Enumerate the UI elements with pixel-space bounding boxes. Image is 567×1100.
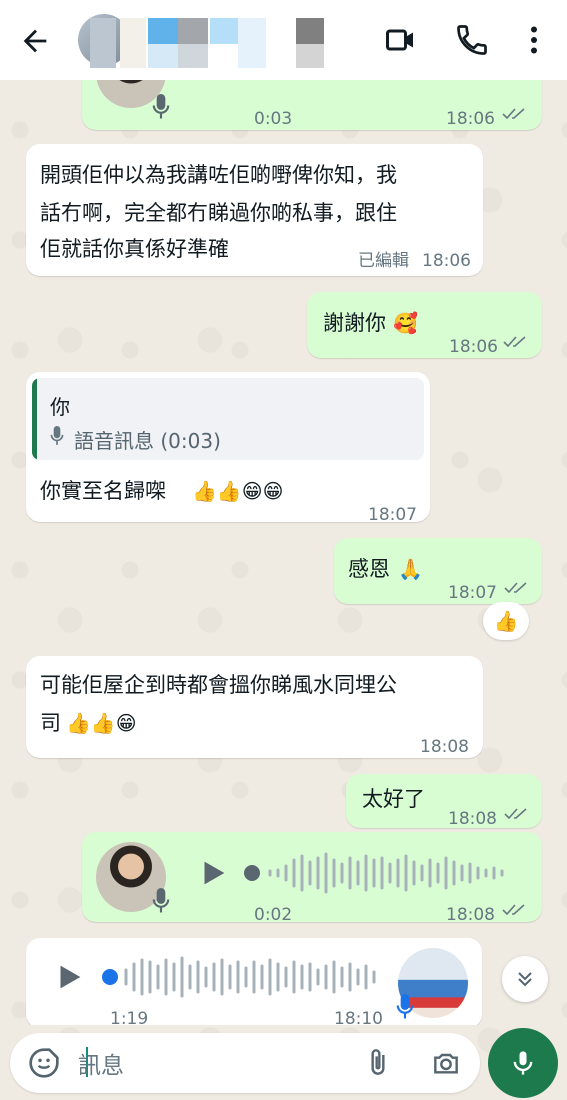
message-line: 話冇啊，完全都冇睇過你啲私事，跟住 bbox=[40, 201, 397, 225]
message-time: 18:08 bbox=[420, 737, 469, 757]
back-arrow-icon[interactable] bbox=[18, 24, 52, 58]
more-vert-icon[interactable] bbox=[516, 22, 552, 58]
read-ticks-icon bbox=[504, 808, 527, 820]
message-text: 感恩 bbox=[348, 557, 390, 581]
message-time: 18:06 bbox=[449, 337, 498, 357]
message-time: 18:10 bbox=[334, 1009, 383, 1025]
folded-hands-emoji: 🙏 bbox=[398, 557, 423, 581]
double-chevron-down-icon bbox=[518, 972, 532, 987]
voice-message[interactable]: 0:03 18:06 bbox=[82, 80, 542, 130]
name-censor-block[interactable] bbox=[90, 18, 350, 68]
voice-duration: 0:03 bbox=[254, 109, 293, 129]
attach-icon[interactable] bbox=[362, 1047, 394, 1079]
mic-icon bbox=[513, 1051, 533, 1075]
smiling-hearts-emoji: 🥰 bbox=[393, 311, 418, 335]
voice-duration: 1:19 bbox=[110, 1009, 149, 1025]
message-list[interactable]: 0:03 18:06 開頭佢仲以為我講咗佢啲嘢俾你知，我 話冇啊，完全都冇睇過你… bbox=[0, 80, 567, 1025]
edited-label: 已編輯 bbox=[358, 251, 409, 271]
message-time: 18:06 bbox=[446, 109, 495, 129]
play-icon[interactable] bbox=[196, 856, 230, 890]
incoming-message[interactable]: 開頭佢仲以為我講咗佢啲嘢俾你知，我 話冇啊，完全都冇睇過你啲私事，跟住 佢就話你… bbox=[26, 144, 483, 276]
waveform[interactable] bbox=[242, 848, 522, 898]
mic-icon bbox=[50, 426, 64, 445]
quote-text: 語音訊息 (0:03) bbox=[74, 429, 221, 453]
quote-author: 你 bbox=[50, 395, 70, 419]
incoming-message[interactable]: 可能佢屋企到時都會搵你睇風水同埋公 司 👍👍😁 18:08 bbox=[26, 656, 483, 758]
message-line: 佢就話你真係好準確 bbox=[40, 237, 229, 261]
voice-message[interactable]: 1:19 18:10 bbox=[26, 938, 482, 1025]
quoted-message[interactable]: 你 語音訊息 (0:03) bbox=[32, 378, 424, 460]
reaction-badge[interactable]: 👍 bbox=[483, 602, 529, 640]
video-call-icon[interactable] bbox=[383, 22, 419, 58]
read-ticks-icon bbox=[502, 904, 525, 916]
message-text: 你實至名歸㗎 bbox=[40, 479, 166, 503]
phone-icon[interactable] bbox=[454, 22, 490, 58]
sticker-smiley-icon[interactable] bbox=[28, 1047, 60, 1079]
thumbs-grin-emoji: 👍👍😁😁 bbox=[192, 479, 284, 503]
read-ticks-icon bbox=[502, 108, 525, 120]
incoming-reply-message[interactable]: 你 語音訊息 (0:03) 你實至名歸㗎 👍👍😁😁 18:07 bbox=[26, 372, 430, 525]
message-text: 太好了 bbox=[362, 787, 425, 811]
message-line: 可能佢屋企到時都會搵你睇風水同埋公 bbox=[40, 673, 397, 697]
read-ticks-icon bbox=[503, 336, 526, 348]
mic-icon bbox=[396, 994, 414, 1019]
play-icon[interactable] bbox=[52, 960, 86, 994]
mic-icon bbox=[152, 94, 170, 119]
voice-duration: 0:02 bbox=[254, 905, 293, 925]
message-time: 18:08 bbox=[446, 905, 495, 925]
message-time: 18:07 bbox=[368, 505, 417, 525]
message-line: 司 bbox=[40, 711, 61, 735]
voice-message[interactable]: 0:02 18:08 bbox=[82, 832, 542, 925]
quote-accent-bar bbox=[32, 378, 37, 460]
message-composer[interactable]: 訊息 bbox=[10, 1033, 480, 1093]
message-input[interactable]: 訊息 bbox=[78, 1046, 124, 1080]
message-text: 謝謝你 bbox=[323, 311, 386, 335]
voice-record-button[interactable] bbox=[488, 1028, 558, 1098]
chat-header bbox=[0, 0, 567, 80]
play-icon[interactable] bbox=[196, 80, 230, 84]
waveform[interactable] bbox=[100, 952, 390, 1002]
scroll-to-bottom-button[interactable] bbox=[502, 956, 548, 1002]
message-line: 開頭佢仲以為我講咗佢啲嘢俾你知，我 bbox=[40, 163, 397, 187]
camera-icon[interactable] bbox=[430, 1047, 462, 1079]
thumbs-grin-emoji: 👍👍😁 bbox=[66, 711, 137, 735]
outgoing-message[interactable]: 太好了 18:08 bbox=[346, 774, 542, 829]
message-time: 18:06 bbox=[422, 251, 471, 271]
outgoing-message[interactable]: 感恩 🙏 18:07 bbox=[334, 538, 542, 604]
mic-icon bbox=[152, 888, 170, 913]
outgoing-message[interactable]: 謝謝你 🥰 18:06 bbox=[307, 292, 542, 358]
read-ticks-icon bbox=[504, 582, 527, 594]
